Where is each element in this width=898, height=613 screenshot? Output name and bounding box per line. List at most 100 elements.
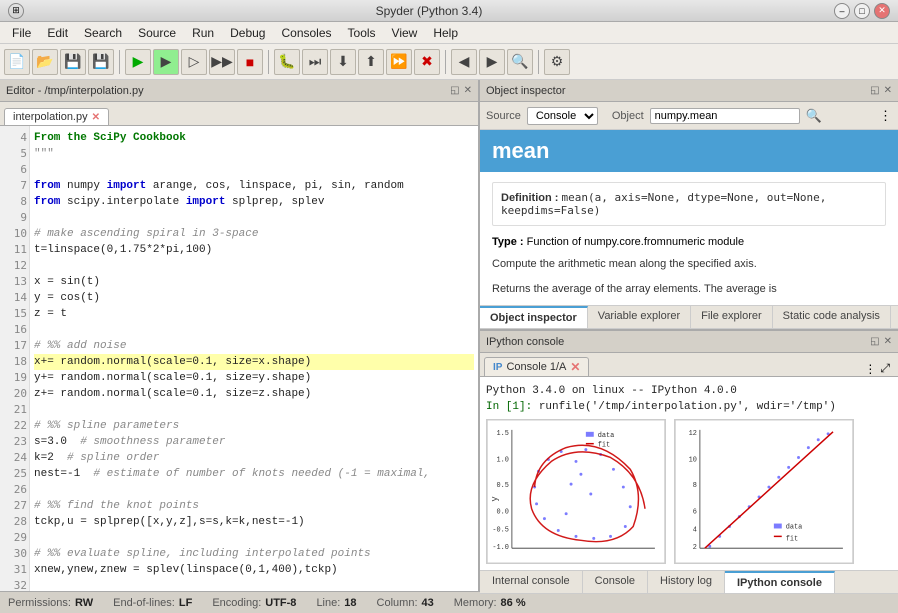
console-prompt-line: In [1]: runfile('/tmp/interpolation.py',…: [486, 399, 892, 415]
menu-consoles[interactable]: Consoles: [273, 24, 339, 42]
tab-history-log[interactable]: History log: [648, 571, 725, 593]
status-memory: Memory: 86 %: [454, 597, 526, 609]
permissions-label: Permissions:: [8, 597, 71, 609]
menu-help[interactable]: Help: [425, 24, 466, 42]
console-float-btn[interactable]: ◱: [870, 336, 879, 347]
settings-btn[interactable]: ⚙: [544, 49, 570, 75]
tab-object-inspector[interactable]: Object inspector: [480, 306, 588, 328]
svg-text:fit: fit: [786, 535, 798, 543]
run-selection-btn[interactable]: ▶▶: [209, 49, 235, 75]
editor-close-btn[interactable]: ✕: [464, 85, 472, 96]
plot-1: y 1.5 1.0 0.5 0.0 -0.5 -1.0: [486, 419, 666, 564]
close-btn[interactable]: ✕: [874, 3, 890, 19]
step-into-btn[interactable]: ⬇: [330, 49, 356, 75]
title-bar: ⊞ Spyder (Python 3.4) – □ ✕: [0, 0, 898, 22]
console-prompt: In [1]:: [486, 401, 532, 413]
run-cell-btn[interactable]: ▷: [181, 49, 207, 75]
file-tab-close[interactable]: ✕: [92, 112, 100, 123]
run-current-btn[interactable]: ▶: [153, 49, 179, 75]
file-tabs: interpolation.py ✕: [0, 102, 478, 126]
menu-tools[interactable]: Tools: [340, 24, 384, 42]
stop-debug-btn[interactable]: ✖: [414, 49, 440, 75]
system-menu-btn[interactable]: ⊞: [8, 3, 24, 19]
svg-text:10: 10: [689, 456, 697, 464]
obj-desc1: Compute the arithmetic mean along the sp…: [492, 256, 886, 273]
file-tab-interpolation[interactable]: interpolation.py ✕: [4, 108, 109, 125]
eol-value: LF: [179, 597, 192, 609]
menu-edit[interactable]: Edit: [39, 24, 76, 42]
toolbar-divider-1: [119, 50, 120, 74]
menu-file[interactable]: File: [4, 24, 39, 42]
plot-container: y 1.5 1.0 0.5 0.0 -0.5 -1.0: [486, 419, 892, 564]
svg-text:8: 8: [693, 482, 697, 490]
tab-static-code-analysis[interactable]: Static code analysis: [773, 306, 891, 328]
save-file-btn[interactable]: 💾: [60, 49, 86, 75]
encoding-value: UTF-8: [265, 597, 296, 609]
memory-value: 86 %: [501, 597, 526, 609]
save-all-btn[interactable]: 💾: [88, 49, 114, 75]
def-label: Definition :: [501, 192, 562, 204]
console-options-btn[interactable]: ⋮: [864, 362, 876, 376]
obj-search-icon[interactable]: 🔍: [806, 108, 822, 124]
console-close-btn[interactable]: ✕: [884, 336, 892, 347]
console-title: IPython console: [486, 336, 564, 348]
menu-bar: File Edit Search Source Run Debug Consol…: [0, 22, 898, 44]
status-bar: Permissions: RW End-of-lines: LF Encodin…: [0, 591, 898, 613]
debug-btn[interactable]: 🐛: [274, 49, 300, 75]
console-bottom-tab-bar: Internal console Console History log IPy…: [480, 570, 898, 594]
open-file-btn[interactable]: 📂: [32, 49, 58, 75]
forward-btn[interactable]: ▶: [479, 49, 505, 75]
file-tab-name: interpolation.py: [13, 111, 88, 123]
step-btn[interactable]: ⏭: [302, 49, 328, 75]
python-version-line: Python 3.4.0 on linux -- IPython 4.0.0: [486, 383, 892, 399]
tab-ipython-console[interactable]: IPython console: [725, 571, 835, 593]
find-btn[interactable]: 🔍: [507, 49, 533, 75]
obj-inspector-header: Object inspector ◱ ✕: [480, 80, 898, 102]
editor-float-btn[interactable]: ◱: [450, 85, 459, 96]
ipython-console-pane: IPython console ◱ ✕ IP Console 1/A ✕ ⋮ ⤢: [480, 331, 898, 594]
continue-btn[interactable]: ⏩: [386, 49, 412, 75]
obj-options-icon[interactable]: ⋮: [879, 108, 892, 124]
step-return-btn[interactable]: ⬆: [358, 49, 384, 75]
minimize-btn[interactable]: –: [834, 3, 850, 19]
svg-text:0.5: 0.5: [497, 482, 509, 490]
console-tab-label: Console 1/A: [506, 361, 566, 373]
obj-insp-tab-bar: Object inspector Variable explorer File …: [480, 305, 898, 329]
tab-console[interactable]: Console: [583, 571, 648, 593]
tab-file-explorer[interactable]: File explorer: [691, 306, 773, 328]
eol-label: End-of-lines:: [113, 597, 175, 609]
menu-run[interactable]: Run: [184, 24, 222, 42]
object-input[interactable]: [650, 108, 800, 124]
console-expand-btn[interactable]: ⤢: [880, 361, 890, 376]
obj-insp-close-btn[interactable]: ✕: [884, 85, 892, 96]
object-label: Object: [612, 110, 644, 122]
plot-2-svg: 12 10 8 6 4 2: [675, 420, 853, 563]
back-btn[interactable]: ◀: [451, 49, 477, 75]
status-permissions: Permissions: RW: [8, 597, 93, 609]
menu-search[interactable]: Search: [76, 24, 130, 42]
status-column: Column: 43: [377, 597, 434, 609]
code-editor[interactable]: From the SciPy Cookbook """ from numpy i…: [30, 126, 478, 591]
console-tab-1[interactable]: IP Console 1/A ✕: [484, 357, 589, 376]
new-file-btn[interactable]: 📄: [4, 49, 30, 75]
toolbar: 📄 📂 💾 💾 ▶ ▶ ▷ ▶▶ ■ 🐛 ⏭ ⬇ ⬆ ⏩ ✖ ◀ ▶ 🔍 ⚙: [0, 44, 898, 80]
tab-internal-console[interactable]: Internal console: [480, 571, 583, 593]
svg-text:data: data: [598, 432, 615, 440]
menu-source[interactable]: Source: [130, 24, 184, 42]
console-content[interactable]: Python 3.4.0 on linux -- IPython 4.0.0 I…: [480, 377, 898, 570]
svg-text:1.5: 1.5: [497, 430, 509, 438]
obj-insp-float-btn[interactable]: ◱: [870, 85, 879, 96]
col-label: Column:: [377, 597, 418, 609]
tab-variable-explorer[interactable]: Variable explorer: [588, 306, 691, 328]
run-btn[interactable]: ▶: [125, 49, 151, 75]
line-value: 18: [344, 597, 356, 609]
stop-btn[interactable]: ■: [237, 49, 263, 75]
menu-debug[interactable]: Debug: [222, 24, 273, 42]
source-select[interactable]: Console Editor: [527, 107, 598, 125]
source-label: Source: [486, 110, 521, 122]
editor-pane: Editor - /tmp/interpolation.py ◱ ✕ inter…: [0, 80, 480, 591]
editor-title: Editor - /tmp/interpolation.py: [6, 85, 450, 97]
maximize-btn[interactable]: □: [854, 3, 870, 19]
svg-text:2: 2: [693, 544, 697, 552]
menu-view[interactable]: View: [384, 24, 426, 42]
